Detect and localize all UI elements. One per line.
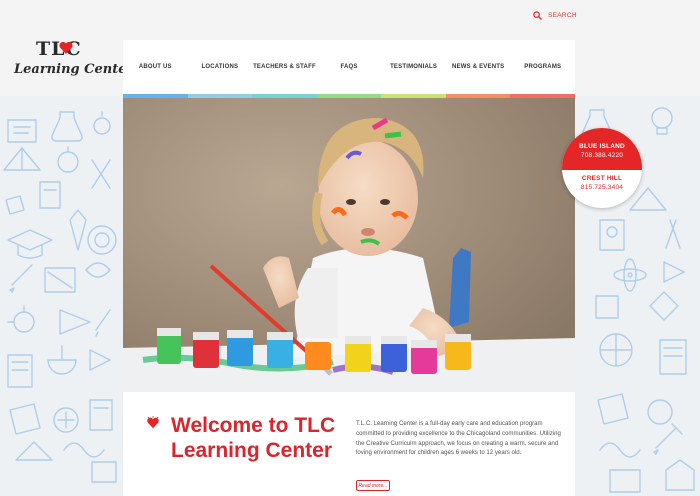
location-name-crest-hill: CREST HILL: [581, 175, 623, 182]
nav-item-locations[interactable]: LOCATIONS: [188, 40, 253, 94]
site-logo[interactable]: TLC Learning Center: [10, 38, 133, 86]
location-name-blue-island: BLUE ISLAND: [579, 143, 625, 150]
search-label[interactable]: SEARCH: [548, 12, 577, 19]
nav-item-about-us[interactable]: ABOUT US: [123, 40, 188, 94]
main-nav: ABOUT US LOCATIONS TEACHERS & STAFF FAQS…: [123, 40, 576, 98]
hero-image: [123, 98, 575, 392]
hero-illustration: [123, 98, 575, 392]
blue-island-phone[interactable]: BLUE ISLAND 708.388.4220: [562, 128, 642, 170]
read-more-button[interactable]: Read more...: [356, 480, 390, 491]
left-doodles: [3, 111, 117, 483]
welcome-body: T.L.C. Learning Center is a full-day ear…: [356, 420, 561, 457]
nav-item-programs[interactable]: PROGRAMS: [510, 40, 575, 94]
logo-subtitle: Learning Center: [14, 62, 134, 77]
search-icon[interactable]: [533, 11, 542, 20]
nav-item-teachers-staff[interactable]: TEACHERS & STAFF: [252, 40, 317, 94]
crest-hill-phone[interactable]: CREST HILL 815.725.3404: [562, 170, 642, 208]
nav-item-testimonials[interactable]: TESTIMONIALS: [381, 40, 446, 94]
welcome-title: Welcome to TLC Learning Center: [171, 414, 336, 462]
logo-heart-icon: [59, 41, 73, 54]
phone-number-blue-island[interactable]: 708.388.4220: [562, 152, 642, 159]
nav-item-faqs[interactable]: FAQS: [317, 40, 382, 94]
phone-number-crest-hill[interactable]: 815.725.3404: [562, 184, 642, 191]
heart-icon: [147, 416, 159, 429]
welcome-panel: Welcome to TLC Learning Center T.L.C. Le…: [123, 392, 575, 496]
search-control[interactable]: SEARCH: [533, 11, 577, 20]
phone-numbers-badge: BLUE ISLAND 708.388.4220 CREST HILL 815.…: [562, 128, 642, 208]
nav-item-news-events[interactable]: NEWS & EVENTS: [446, 40, 511, 94]
